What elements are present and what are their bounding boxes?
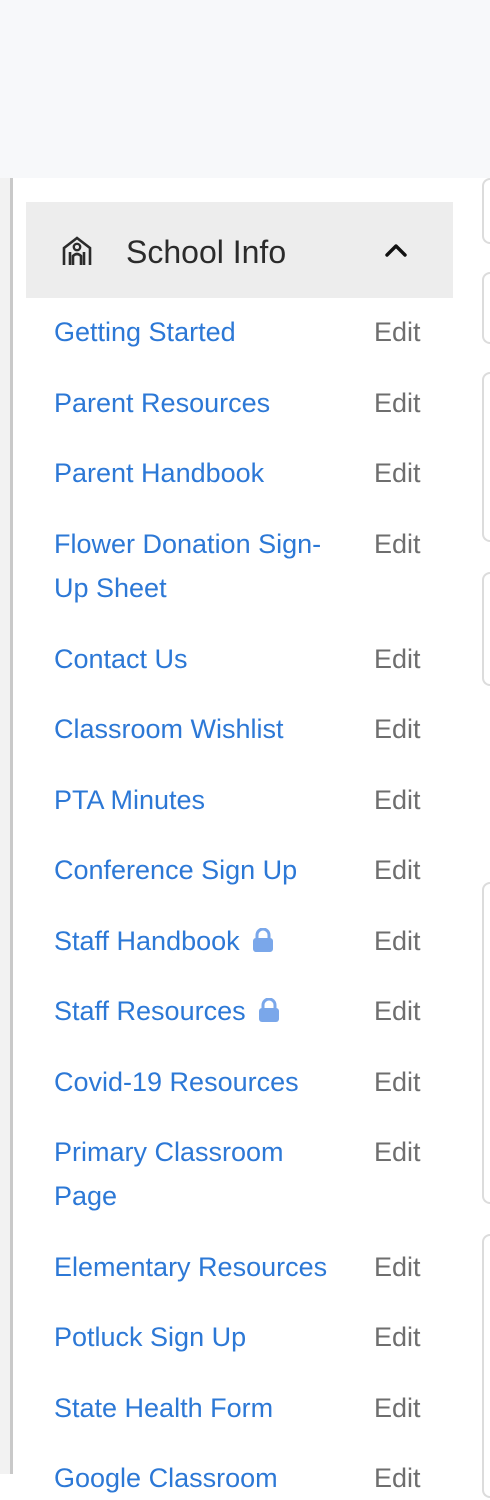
nav-link[interactable]: Contact Us	[54, 637, 354, 681]
lock-icon	[252, 927, 273, 952]
nav-link[interactable]: Staff Resources	[54, 989, 354, 1033]
edit-link[interactable]: Edit	[374, 1386, 421, 1430]
edit-link[interactable]: Edit	[374, 381, 421, 425]
edit-link[interactable]: Edit	[374, 451, 421, 495]
chevron-up-icon[interactable]	[384, 238, 408, 262]
edit-link[interactable]: Edit	[374, 522, 421, 566]
nav-link[interactable]: Classroom Wishlist	[54, 707, 354, 751]
nav-link[interactable]: Conference Sign Up	[54, 848, 354, 892]
sidebar: School Info Getting Started Edit Parent …	[26, 178, 454, 1493]
right-panel	[482, 272, 490, 344]
nav-link[interactable]: Primary Classroom Page	[54, 1130, 334, 1218]
left-rail	[0, 178, 13, 1474]
nav-link[interactable]: Getting Started	[54, 310, 354, 354]
edit-link[interactable]: Edit	[374, 637, 421, 681]
nav-link-text: Staff Handbook	[54, 926, 240, 956]
section-title: School Info	[126, 234, 287, 270]
nav-link[interactable]: Potluck Sign Up	[54, 1315, 354, 1359]
edit-link[interactable]: Edit	[374, 848, 421, 892]
nav-link[interactable]: Google Classroom	[54, 1456, 354, 1500]
nav-link[interactable]: Elementary Resources	[54, 1245, 374, 1289]
school-icon	[62, 236, 92, 265]
edit-link[interactable]: Edit	[374, 707, 421, 751]
nav-link[interactable]: Parent Handbook	[54, 451, 354, 495]
edit-link[interactable]: Edit	[374, 1060, 421, 1104]
edit-link[interactable]: Edit	[374, 989, 421, 1033]
edit-link[interactable]: Edit	[374, 1130, 421, 1174]
right-panel	[482, 572, 490, 686]
right-panel	[482, 178, 490, 244]
nav-link[interactable]: PTA Minutes	[54, 778, 354, 822]
lock-icon	[258, 997, 279, 1022]
edit-link[interactable]: Edit	[374, 778, 421, 822]
nav-link[interactable]: Parent Resources	[54, 381, 354, 425]
right-panel	[482, 1234, 490, 1498]
edit-link[interactable]: Edit	[374, 919, 421, 963]
nav-link[interactable]: Flower Donation Sign-Up Sheet	[54, 522, 354, 610]
right-panel	[482, 882, 490, 1204]
section-header-school-info[interactable]: School Info	[26, 202, 453, 298]
nav-link[interactable]: Covid-19 Resources	[54, 1060, 354, 1104]
nav-link[interactable]: Staff Handbook	[54, 919, 354, 963]
edit-link[interactable]: Edit	[374, 310, 421, 354]
edit-link[interactable]: Edit	[374, 1245, 421, 1289]
nav-link[interactable]: State Health Form	[54, 1386, 354, 1430]
right-panel	[482, 372, 490, 542]
edit-link[interactable]: Edit	[374, 1315, 421, 1359]
nav-link-text: Staff Resources	[54, 996, 246, 1026]
edit-link[interactable]: Edit	[374, 1456, 421, 1500]
top-bar	[0, 0, 490, 178]
